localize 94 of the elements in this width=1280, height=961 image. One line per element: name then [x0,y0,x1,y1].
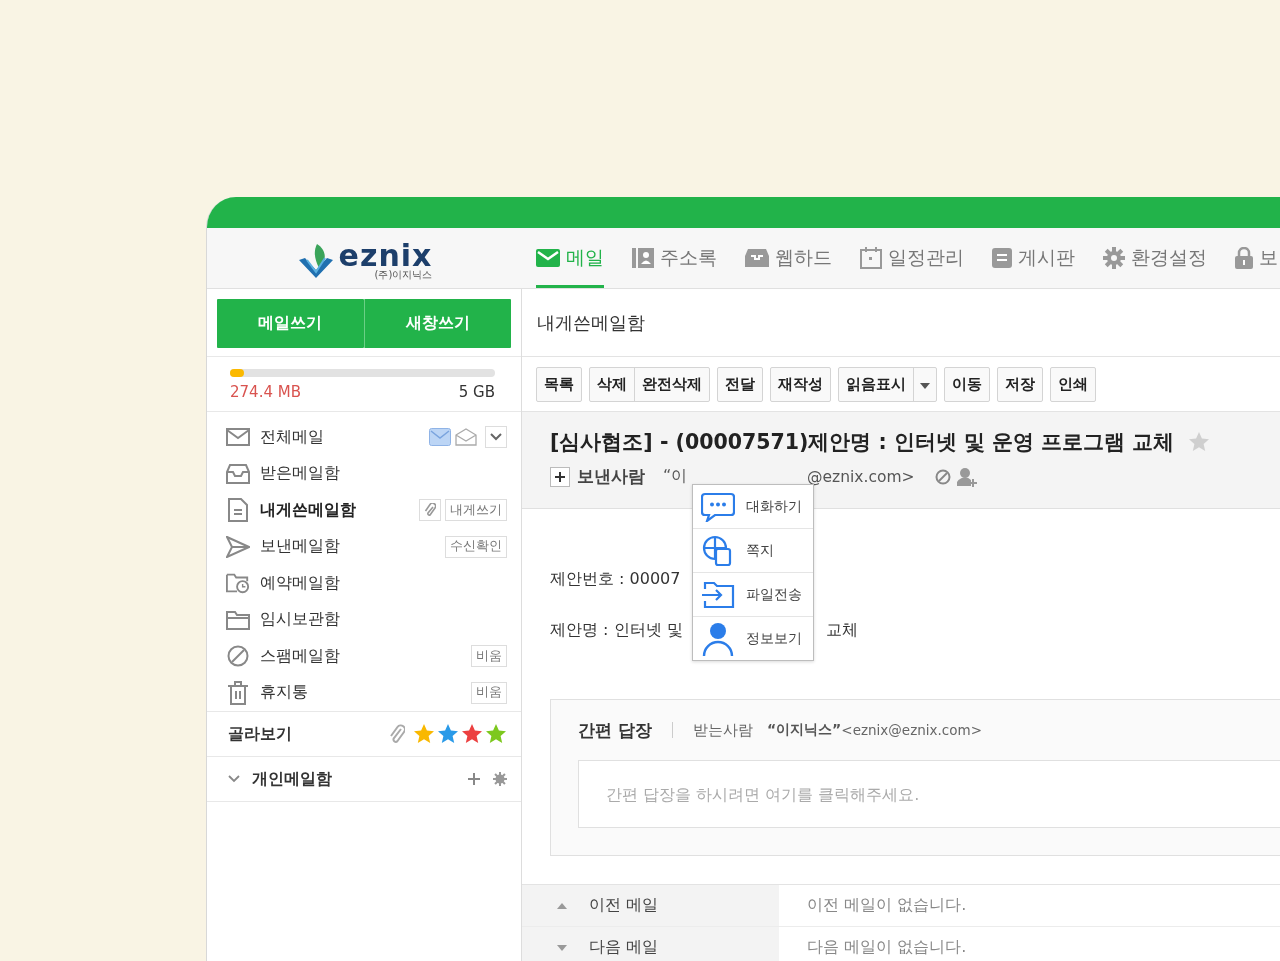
star-icon[interactable] [413,723,435,745]
dropdown-button[interactable] [485,426,507,449]
open-envelope-icon [455,428,477,447]
caret-icon [920,383,930,389]
recipient-label: 받는사람 [692,720,753,740]
nav-tab[interactable]: 일정관리 [860,228,964,288]
star-icon[interactable] [1188,431,1211,453]
storage-used: 274.4 MB [230,383,301,401]
folder-arrow-icon [701,580,735,609]
folder-link[interactable]: 전체메일 [260,426,429,448]
paperclip-icon [389,724,405,744]
menu-item[interactable]: 대화하기 [693,485,813,529]
folder-icon [226,609,250,630]
body-text: 제안번호 : 00007 [550,569,682,590]
star-icon[interactable] [485,723,507,745]
star-icon[interactable] [461,723,483,745]
plus-icon [467,772,481,786]
trash-icon [227,680,249,705]
message-subject: [심사협조] - (00007571)제안명 : 인터넷 및 운영 프로그램 교체 [550,429,1175,456]
paperclip-icon [424,503,436,518]
folder-action-button[interactable]: 내게쓰기 [445,499,507,522]
folder-link[interactable]: 스팸메일함 [260,645,467,667]
nav-tab[interactable]: 보 [1235,228,1278,288]
mail-nav-text: 이전 메일이 없습니다. [806,894,967,916]
note-icon [702,534,734,567]
block-icon [227,645,249,668]
tray-icon [745,249,769,267]
menu-item[interactable]: 정보보기 [693,617,813,660]
mail-nav-link[interactable]: 다음 메일 [589,937,659,958]
menu-item[interactable]: 파일전송 [693,573,813,617]
chat-bubble-icon [701,491,735,522]
block-icon [934,468,951,485]
sender-email: @eznix.com> [807,467,915,486]
storage-total: 5 GB [458,383,495,401]
folder-action-button[interactable]: 비움 [471,681,507,704]
toolbar-button[interactable]: 이동 [945,367,989,401]
toolbar-button[interactable]: 인쇄 [1051,367,1095,401]
envelope-icon [429,428,451,447]
nav-tab[interactable]: 웹하드 [745,228,832,288]
body-text: 교체 [826,620,858,641]
menu-item[interactable]: 쪽지 [693,529,813,573]
mail-icon [536,249,560,267]
folder-action-button[interactable]: 수신확인 [445,535,507,558]
lock-icon [1235,247,1253,269]
folder-link[interactable]: 내게쓴메일함 [260,499,415,521]
clock-folder-icon [226,571,250,596]
plus-icon [554,470,566,483]
logo-icon [296,242,335,280]
folder-link[interactable]: 받은메일함 [260,463,507,485]
folder-link[interactable]: 휴지통 [260,682,467,704]
send-icon [226,535,250,558]
nav-tab[interactable]: 주소록 [632,228,717,288]
star-icon[interactable] [437,723,459,745]
folder-action-button[interactable]: 비움 [471,645,507,668]
folder-title: 내게쓴메일함 [522,289,1280,357]
board-icon [992,248,1012,268]
filter-label: 골라보기 [228,723,293,745]
person-icon [702,621,734,656]
mail-nav-link[interactable]: 이전 메일 [589,895,659,916]
recipient-email: <eznix@eznix.com> [841,722,982,738]
inbox-icon [226,463,250,484]
nav-tab[interactable]: 환경설정 [1103,228,1207,288]
toolbar-button[interactable]: 저장 [998,367,1042,401]
envelope-icon [226,428,250,447]
settings-icon [493,772,507,786]
body-text: 제안명 : 인터넷 및 [550,620,684,641]
folder-group-label[interactable]: 개인메일함 [252,768,467,790]
settings-icon [1103,247,1125,269]
quick-reply-field[interactable]: 간편 답장을 하시려면 여기를 클릭해주세요. [578,760,1280,828]
down-triangle-icon [557,944,567,951]
recipient-name: “이지닉스” [766,721,842,739]
sender-name[interactable]: “이 [663,466,687,487]
contact-card-icon [632,248,654,268]
attachment-filter-button[interactable] [419,499,441,522]
folder-link[interactable]: 예약메일함 [260,572,507,594]
folder-link[interactable]: 임시보관함 [260,609,507,631]
sender-label: 보낸사람 [577,465,645,488]
calendar-icon [860,247,882,269]
toolbar-button[interactable]: 삭제 [590,367,634,401]
mail-nav-text: 다음 메일이 없습니다. [806,936,967,958]
logo-wordmark: eznix [338,242,433,269]
quick-reply-title: 간편 답장 [578,718,652,742]
up-triangle-icon [557,902,567,909]
chevron-down-icon [490,433,502,442]
toolbar-button[interactable]: 재작성 [771,367,830,401]
add-person-icon [956,466,977,487]
folder-link[interactable]: 보낸메일함 [260,536,441,558]
toolbar-button[interactable]: 목록 [537,367,581,401]
document-icon [228,498,248,523]
toolbar-button[interactable]: 완전삭제 [634,367,709,401]
expand-button[interactable] [550,466,570,487]
toolbar-button[interactable]: 전달 [718,367,762,401]
logo-subtitle: (주)이지닉스 [374,269,433,280]
nav-tab[interactable]: 게시판 [992,228,1075,288]
